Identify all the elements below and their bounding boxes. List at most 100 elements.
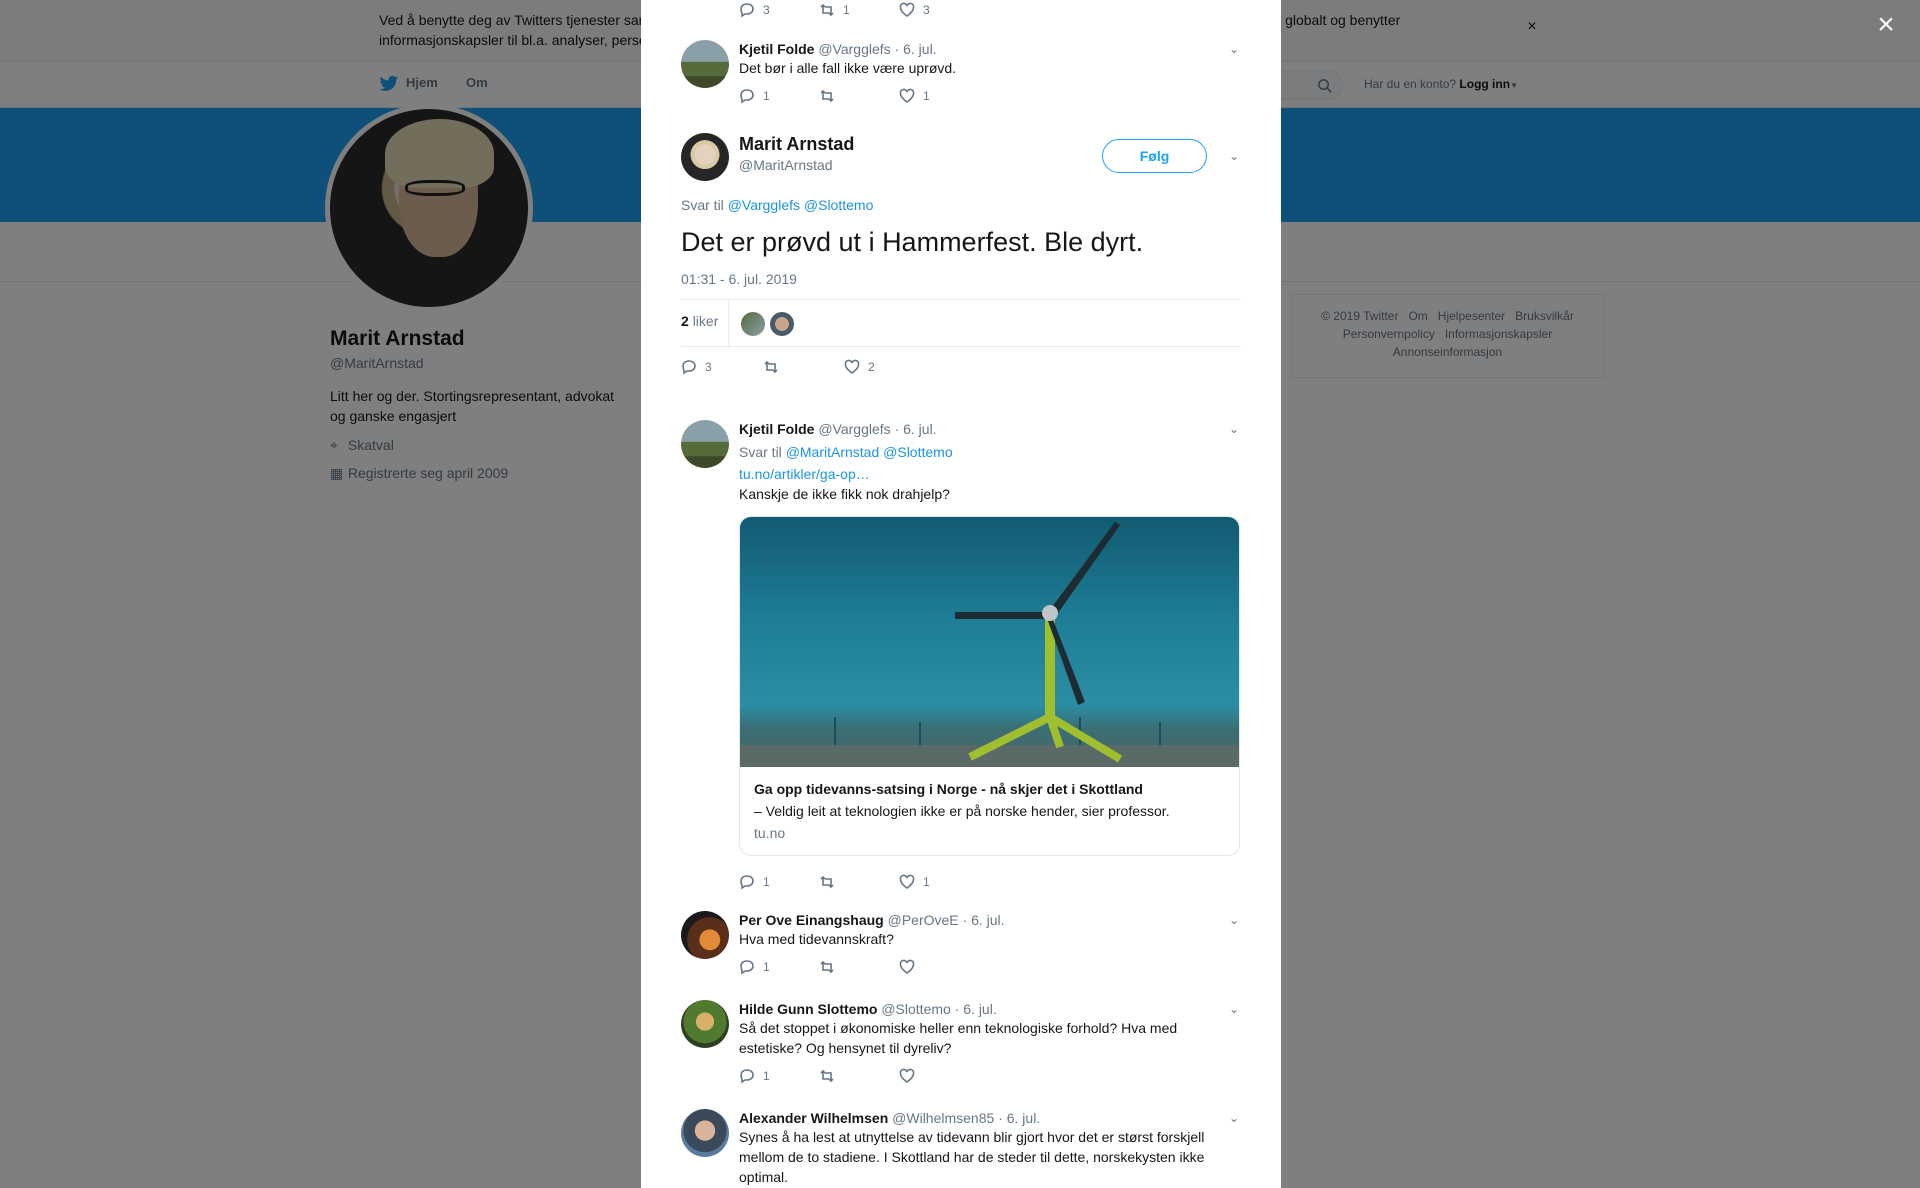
- chevron-down-icon[interactable]: ⌄: [1229, 1111, 1241, 1125]
- likes-row: 2 liker: [681, 300, 1241, 346]
- reply-button[interactable]: 1: [739, 1068, 770, 1084]
- reply-to-links[interactable]: @MaritArnstad @Slottemo: [786, 444, 953, 460]
- top-tweet-actions: 3 1 3: [681, 2, 1241, 22]
- avatar[interactable]: [681, 40, 729, 88]
- reply-tweet[interactable]: Kjetil Folde @Vargglefs · 6. jul. ⌄ Svar…: [681, 420, 1241, 894]
- retweet-icon: [820, 875, 834, 889]
- likes-stat[interactable]: 2 liker: [681, 313, 718, 329]
- retweet-button[interactable]: [819, 874, 835, 890]
- reply-button[interactable]: 3: [681, 359, 712, 375]
- reply-count: 3: [705, 360, 712, 374]
- liker-avatar[interactable]: [741, 312, 765, 336]
- author-handle[interactable]: @Vargglefs: [818, 421, 890, 437]
- like-count: 2: [868, 360, 875, 374]
- chevron-down-icon[interactable]: ⌄: [1229, 1002, 1241, 1016]
- liker-avatar[interactable]: [770, 312, 794, 336]
- reply-icon: [740, 960, 754, 975]
- tweet-date[interactable]: · 6. jul.: [895, 421, 937, 437]
- chevron-down-icon[interactable]: ⌄: [1229, 149, 1241, 163]
- heart-icon: [899, 959, 915, 974]
- reply-icon: [682, 360, 696, 375]
- reply-icon: [740, 1069, 754, 1084]
- author-handle[interactable]: @Slottemo: [881, 1001, 950, 1017]
- reply-to-label: Svar til: [739, 444, 782, 460]
- heart-icon: [899, 1068, 915, 1083]
- reply-count: 3: [763, 3, 770, 17]
- retweet-button[interactable]: [819, 959, 835, 975]
- card-domain: tu.no: [754, 825, 786, 841]
- author-handle[interactable]: @Wilhelmsen85: [892, 1110, 994, 1126]
- reply-to-label: Svar til: [681, 197, 724, 213]
- tweet-date[interactable]: · 6. jul.: [895, 41, 937, 57]
- link-card[interactable]: Ga opp tidevanns-satsing i Norge - nå sk…: [739, 516, 1240, 856]
- chevron-down-icon[interactable]: ⌄: [1229, 913, 1241, 927]
- reply-tweet[interactable]: Per Ove Einangshaug @PerOveE · 6. jul. ⌄…: [681, 911, 1241, 979]
- like-count: 1: [923, 875, 930, 889]
- tweet-date[interactable]: · 6. jul.: [963, 912, 1005, 928]
- heart-icon: [844, 359, 860, 374]
- card-description: – Veldig leit at teknologien ikke er på …: [754, 803, 1170, 819]
- avatar[interactable]: [681, 1109, 729, 1157]
- chevron-down-icon[interactable]: ⌄: [1229, 422, 1241, 436]
- author-name[interactable]: Hilde Gunn Slottemo: [739, 1001, 877, 1017]
- reply-context: Svar til @MaritArnstad @Slottemo: [739, 444, 1241, 460]
- like-button[interactable]: 1: [899, 874, 930, 890]
- retweet-icon: [820, 1069, 834, 1083]
- author-name[interactable]: Alexander Wilhelmsen: [739, 1110, 888, 1126]
- reply-tweet[interactable]: Hilde Gunn Slottemo @Slottemo · 6. jul. …: [681, 1000, 1241, 1088]
- tweet-date[interactable]: · 6. jul.: [998, 1110, 1040, 1126]
- tweet-header: Kjetil Folde @Vargglefs · 6. jul.: [739, 40, 1241, 58]
- follow-button[interactable]: Følg: [1102, 139, 1207, 173]
- reply-button[interactable]: 1: [739, 874, 770, 890]
- tweet-link[interactable]: tu.no/artikler/ga-op…: [739, 464, 1241, 484]
- like-button[interactable]: 2: [844, 359, 875, 375]
- tweet-date[interactable]: · 6. jul.: [955, 1001, 997, 1017]
- avatar[interactable]: [681, 911, 729, 959]
- retweet-button[interactable]: [819, 88, 835, 104]
- reply-button[interactable]: 1: [739, 88, 770, 104]
- author-name[interactable]: Kjetil Folde: [739, 421, 814, 437]
- like-count: 3: [923, 3, 930, 17]
- modal-close-button[interactable]: ×: [1874, 10, 1898, 40]
- tweet-header: Alexander Wilhelmsen @Wilhelmsen85 · 6. …: [739, 1109, 1241, 1127]
- like-count: 1: [923, 89, 930, 103]
- avatar[interactable]: [681, 420, 729, 468]
- tweet-timestamp[interactable]: 01:31 - 6. jul. 2019: [681, 271, 1241, 287]
- retweet-icon: [764, 360, 778, 374]
- heart-icon: [899, 2, 915, 17]
- like-button[interactable]: [899, 1068, 915, 1084]
- reply-tweet[interactable]: Alexander Wilhelmsen @Wilhelmsen85 · 6. …: [681, 1109, 1241, 1187]
- retweet-button[interactable]: [819, 1068, 835, 1084]
- reply-count: 1: [763, 960, 770, 974]
- heart-icon: [899, 88, 915, 103]
- reply-button[interactable]: 1: [739, 959, 770, 975]
- main-tweet: Marit Arnstad @MaritArnstad Følg ⌄ Svar …: [681, 133, 1241, 379]
- author-handle[interactable]: @PerOveE: [888, 912, 959, 928]
- tweet-text: Synes å ha lest at utnyttelse av tidevan…: [739, 1129, 1205, 1185]
- like-button[interactable]: 3: [899, 2, 930, 18]
- avatar[interactable]: [681, 133, 729, 181]
- author-handle[interactable]: @Vargglefs: [818, 41, 890, 57]
- tweet-text: Det bør i alle fall ikke være uprøvd.: [739, 60, 957, 76]
- reply-button[interactable]: 3: [739, 2, 770, 18]
- card-title: Ga opp tidevanns-satsing i Norge - nå sk…: [754, 781, 1143, 797]
- reply-icon: [740, 3, 754, 18]
- reply-count: 1: [763, 875, 770, 889]
- tweet-text: Så det stoppet i økonomiske heller enn t…: [739, 1020, 1178, 1056]
- avatar[interactable]: [681, 1000, 729, 1048]
- retweet-button[interactable]: [763, 359, 779, 375]
- likes-count: 2: [681, 313, 689, 329]
- like-button[interactable]: [899, 959, 915, 975]
- reply-icon: [740, 89, 754, 104]
- author-name[interactable]: Per Ove Einangshaug: [739, 912, 884, 928]
- like-button[interactable]: 1: [899, 88, 930, 104]
- reply-to-links[interactable]: @Vargglefs @Slottemo: [728, 197, 874, 213]
- reply-count: 1: [763, 89, 770, 103]
- reply-count: 1: [763, 1069, 770, 1083]
- retweet-button[interactable]: 1: [819, 2, 850, 18]
- tweet-previous[interactable]: Kjetil Folde @Vargglefs · 6. jul. ⌄ Det …: [681, 40, 1241, 108]
- author-name[interactable]: Kjetil Folde: [739, 41, 814, 57]
- retweet-count: 1: [843, 3, 850, 17]
- chevron-down-icon[interactable]: ⌄: [1229, 42, 1241, 56]
- main-tweet-text: Det er prøvd ut i Hammerfest. Ble dyrt.: [681, 227, 1144, 257]
